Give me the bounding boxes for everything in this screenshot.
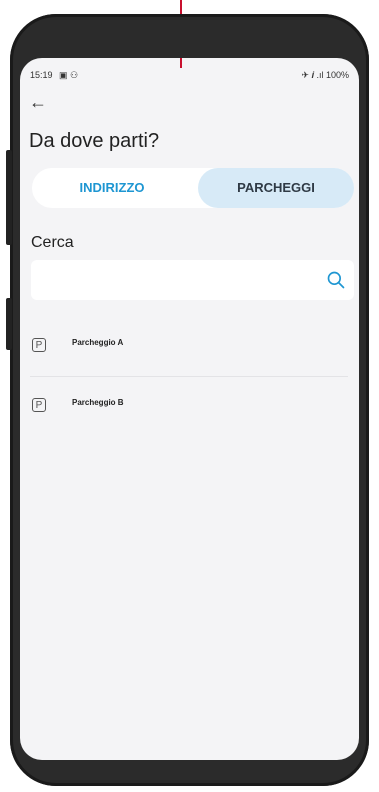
tab-switcher: INDIRIZZO PARCHEGGI [32, 168, 354, 208]
app-screen: 15:19 ▣ ⚇ ✈ 𝒊 .ıl 100% ← Da dove parti? … [20, 58, 359, 760]
page-title: Da dove parti? [29, 130, 160, 152]
tab-indirizzo[interactable]: INDIRIZZO [32, 168, 192, 208]
status-left-icons: ▣ ⚇ [59, 70, 79, 80]
status-time: 15:19 [30, 70, 53, 80]
search-icon[interactable] [326, 270, 346, 290]
search-label: Cerca [31, 234, 74, 251]
status-right-icons: ✈ 𝒊 .ıl 100% [301, 70, 349, 80]
list-item-label: Parcheggio B [72, 398, 124, 407]
top-marker-line [180, 0, 182, 14]
list-item-parcheggio-a[interactable]: P Parcheggio A [20, 320, 359, 370]
power-button [6, 298, 12, 350]
parking-icon: P [32, 338, 46, 352]
marker-line-extension [180, 58, 182, 68]
volume-button [6, 150, 12, 245]
list-item-parcheggio-b[interactable]: P Parcheggio B [20, 380, 359, 430]
search-input[interactable] [41, 270, 305, 292]
list-divider [30, 376, 348, 377]
tab-parcheggi[interactable]: PARCHEGGI [198, 168, 354, 208]
search-box[interactable] [31, 260, 354, 300]
parking-icon: P [32, 398, 46, 412]
back-arrow-icon[interactable]: ← [29, 92, 47, 113]
status-left: 15:19 ▣ ⚇ [30, 70, 78, 81]
status-bar: 15:19 ▣ ⚇ ✈ 𝒊 .ıl 100% [30, 70, 349, 84]
list-item-label: Parcheggio A [72, 338, 124, 347]
